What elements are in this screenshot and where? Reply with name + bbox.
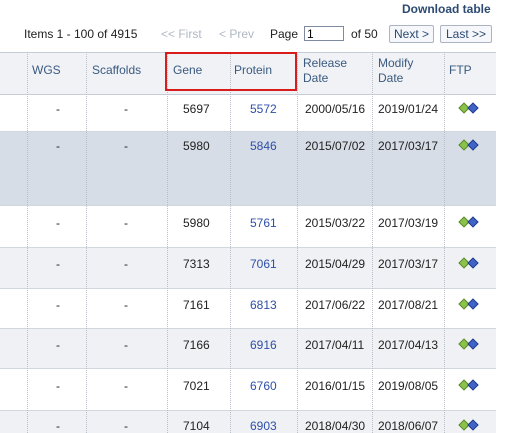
cell-modify-date: 2019/08/05 [378,379,439,393]
table-row[interactable]: - - 7104 6903 2018/04/30 2018/06/07 [0,411,496,433]
cell-wgs: - [56,102,60,116]
cell-release-date: 2016/01/15 [305,379,366,393]
cell-release-date: 2015/03/22 [305,216,366,230]
col-header-wgs[interactable]: WGS [32,63,61,78]
cell-gene: 7313 [183,257,210,271]
cell-protein-link[interactable]: 6916 [250,338,277,352]
col-header-modify-date[interactable]: Modify Date [378,56,426,86]
ftp-links [458,379,479,391]
first-page-button[interactable]: << First [161,27,202,41]
ftp-links [458,139,479,151]
table-row[interactable]: - - 7021 6760 2016/01/15 2019/08/05 [0,369,496,411]
ftp-links [458,298,479,310]
last-page-button[interactable]: Last >> [440,25,492,43]
next-page-button[interactable]: Next > [389,25,434,43]
ftp-refseq-icon[interactable] [467,419,479,431]
cell-wgs: - [56,419,60,433]
column-divider [444,52,445,433]
cell-modify-date: 2017/03/19 [378,216,439,230]
ftp-links [458,257,479,269]
cell-protein-link[interactable]: 5572 [250,102,277,116]
cell-modify-date: 2017/03/17 [378,257,439,271]
page-label: Page [270,27,299,41]
cell-wgs: - [56,139,60,153]
col-header-gene[interactable]: Gene [173,63,202,78]
cell-gene: 7166 [183,338,210,352]
cell-scaffolds: - [124,139,128,153]
cell-protein-link[interactable]: 5846 [250,139,277,153]
cell-scaffolds: - [124,419,128,433]
cell-protein-link[interactable]: 6760 [250,379,277,393]
ftp-refseq-icon[interactable] [467,102,479,114]
ftp-links [458,102,479,114]
cell-gene: 7104 [183,419,210,433]
column-divider [27,52,28,433]
ftp-refseq-icon[interactable] [467,298,479,310]
cell-release-date: 2018/04/30 [305,419,366,433]
cell-wgs: - [56,298,60,312]
page-number-input[interactable] [304,26,344,41]
page-count: of 50 [351,27,378,41]
assembly-table: WGS Scaffolds Gene Protein Release Date … [0,52,496,433]
ftp-refseq-icon[interactable] [467,216,479,228]
cell-protein-link[interactable]: 6903 [250,419,277,433]
cell-scaffolds: - [124,102,128,116]
cell-scaffolds: - [124,298,128,312]
download-table-link[interactable]: Download table [402,2,511,17]
table-row[interactable]: - - 7166 6916 2017/04/11 2017/04/13 [0,329,496,369]
cell-gene: 5980 [183,216,210,230]
cell-scaffolds: - [124,257,128,271]
cell-protein-link[interactable]: 6813 [250,298,277,312]
col-header-release-date[interactable]: Release Date [303,56,351,86]
cell-scaffolds: - [124,338,128,352]
ftp-links [458,338,479,350]
cell-modify-date: 2019/01/24 [378,102,439,116]
table-header: WGS Scaffolds Gene Protein Release Date … [0,52,496,95]
column-divider [230,52,231,433]
prev-page-button[interactable]: < Prev [219,27,254,41]
items-count: Items 1 - 100 of 4915 [24,27,138,41]
cell-modify-date: 2017/04/13 [378,338,439,352]
cell-modify-date: 2017/03/17 [378,139,439,153]
table-row[interactable]: - - 7161 6813 2017/06/22 2017/08/21 [0,289,496,329]
table-row[interactable]: - - 7313 7061 2015/04/29 2017/03/17 [0,248,496,289]
cell-wgs: - [56,379,60,393]
column-divider [297,52,298,433]
cell-gene: 5980 [183,139,210,153]
pager-toolbar: Items 1 - 100 of 4915 << First < Prev Pa… [0,22,511,48]
table-row[interactable]: - - 5980 5761 2015/03/22 2017/03/19 [0,206,496,248]
ftp-links [458,419,479,431]
cell-release-date: 2017/06/22 [305,298,366,312]
ftp-refseq-icon[interactable] [467,139,479,151]
cell-gene: 5697 [183,102,210,116]
col-header-protein[interactable]: Protein [234,63,272,78]
cell-scaffolds: - [124,216,128,230]
col-header-scaffolds[interactable]: Scaffolds [92,63,141,78]
cell-release-date: 2000/05/16 [305,102,366,116]
cell-release-date: 2015/04/29 [305,257,366,271]
cell-protein-link[interactable]: 7061 [250,257,277,271]
ftp-refseq-icon[interactable] [467,338,479,350]
ftp-refseq-icon[interactable] [467,257,479,269]
table-row[interactable]: - - 5980 5846 2015/07/02 2017/03/17 [0,132,496,206]
col-header-ftp: FTP [449,63,472,77]
cell-release-date: 2015/07/02 [305,139,366,153]
cell-release-date: 2017/04/11 [305,338,365,352]
cell-wgs: - [56,257,60,271]
cell-gene: 7021 [183,379,210,393]
ftp-refseq-icon[interactable] [467,379,479,391]
cell-gene: 7161 [183,298,210,312]
cell-wgs: - [56,216,60,230]
cell-scaffolds: - [124,379,128,393]
cell-wgs: - [56,338,60,352]
table-row[interactable]: - - 5697 5572 2000/05/16 2019/01/24 [0,95,496,132]
cell-modify-date: 2018/06/07 [378,419,439,433]
cell-modify-date: 2017/08/21 [378,298,439,312]
ftp-links [458,216,479,228]
cell-protein-link[interactable]: 5761 [250,216,277,230]
column-divider [86,52,87,433]
column-divider [167,52,168,433]
column-divider [372,52,373,433]
